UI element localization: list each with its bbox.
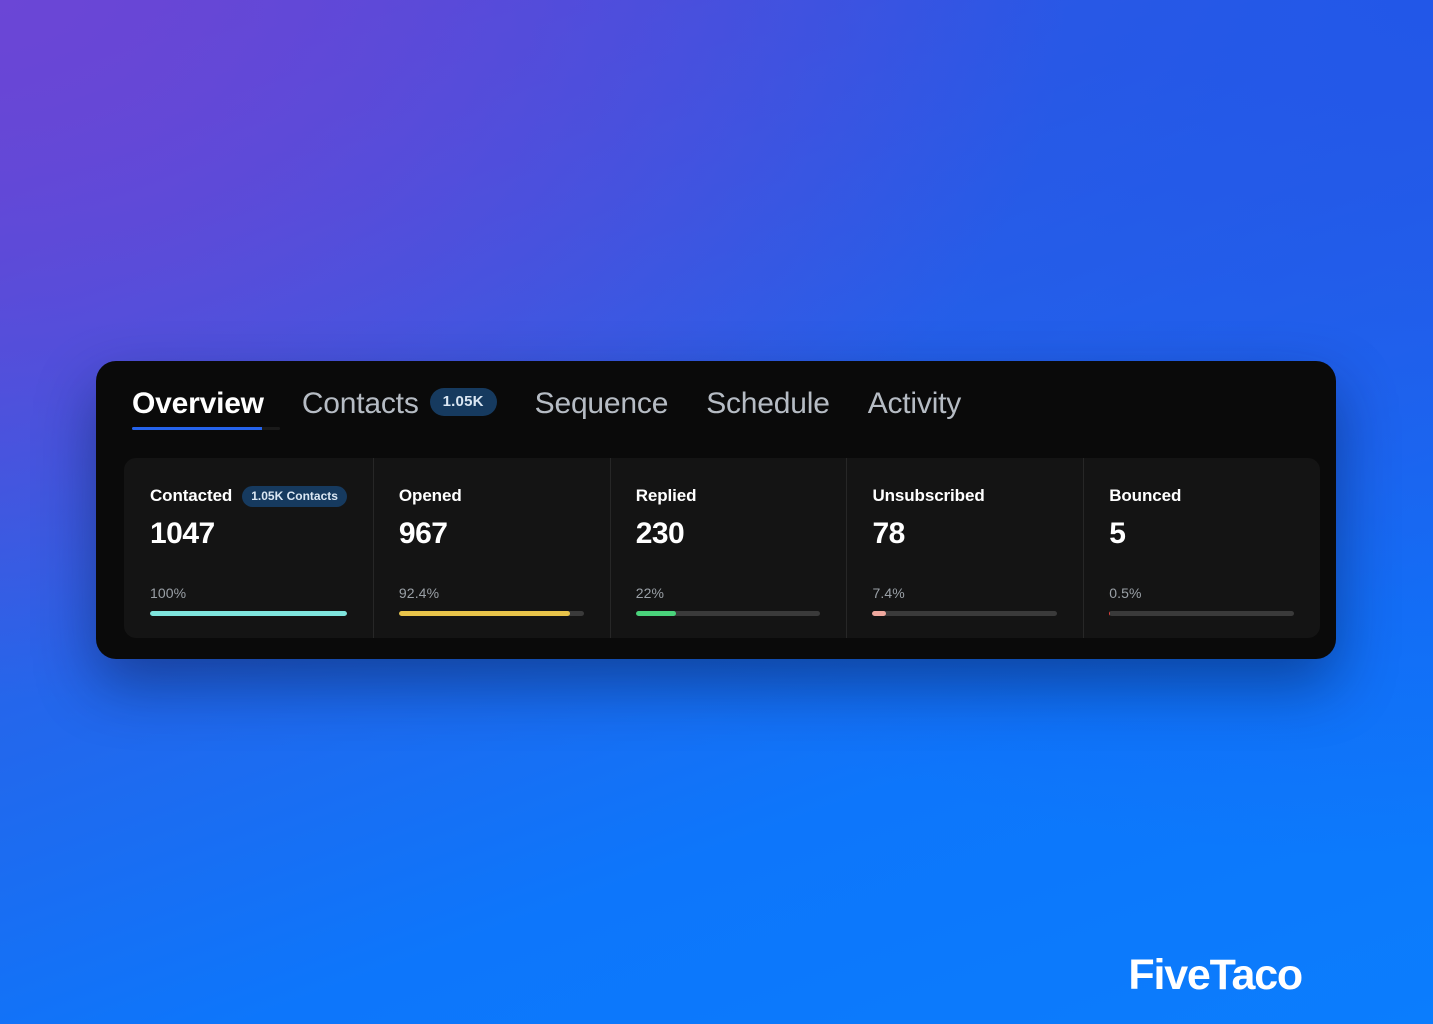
stat-value: 230: [635, 517, 685, 550]
stat-value: 1047: [150, 517, 215, 550]
stats-card-row: Contacted 1.05K Contacts 1047 100% Opene…: [124, 458, 1320, 638]
stat-progress: 22%: [635, 585, 821, 616]
tab-activity-label: Activity: [867, 387, 962, 420]
tab-contacts-count-badge: 1.05K: [429, 388, 497, 416]
stat-percent-label: 0.5%: [1109, 585, 1142, 601]
stat-progress-fill: [398, 611, 570, 616]
stat-percent-label: 22%: [635, 585, 665, 601]
stat-progress-fill: [1109, 611, 1111, 616]
stat-label: Contacted: [150, 486, 233, 505]
stat-label: Opened: [398, 486, 462, 505]
tab-overview-label: Overview: [132, 387, 264, 420]
active-tab-indicator: [132, 427, 280, 430]
stat-label: Replied: [635, 486, 697, 505]
stat-card-header: Replied: [636, 486, 821, 506]
stat-card-header: Opened: [399, 486, 584, 506]
stat-progress-track: [1109, 611, 1294, 616]
tab-overview[interactable]: Overview: [132, 387, 280, 439]
stat-card-contacted[interactable]: Contacted 1.05K Contacts 1047 100%: [124, 458, 373, 638]
stat-progress: 0.5%: [1109, 585, 1294, 616]
tab-schedule[interactable]: Schedule: [706, 387, 830, 439]
tab-sequence-label: Sequence: [534, 387, 669, 420]
stat-label: Bounced: [1109, 486, 1182, 505]
stat-progress-track: [872, 611, 1058, 616]
stat-card-opened[interactable]: Opened 967 92.4%: [372, 458, 610, 638]
stat-card-header: Contacted 1.05K Contacts: [150, 485, 347, 507]
stat-contacts-badge: 1.05K Contacts: [242, 485, 347, 507]
stat-progress-fill: [635, 611, 677, 616]
stat-card-header: Unsubscribed: [872, 486, 1057, 506]
stat-progress: 100%: [150, 585, 347, 616]
stat-value: 5: [1109, 517, 1126, 550]
tab-schedule-label: Schedule: [706, 387, 830, 420]
stat-value: 78: [872, 517, 905, 550]
stat-progress: 92.4%: [398, 585, 584, 616]
brand-logo: FiveTaco: [1128, 951, 1303, 999]
stat-progress: 7.4%: [872, 585, 1058, 616]
tab-bar: Overview Contacts 1.05K Sequence Schedul…: [96, 361, 1336, 458]
stat-progress-fill: [150, 611, 347, 616]
stat-progress-fill: [872, 611, 887, 616]
stat-progress-track: [150, 611, 347, 616]
stat-label: Unsubscribed: [872, 486, 985, 505]
tab-contacts-label: Contacts: [301, 387, 419, 420]
stat-progress-track: [398, 611, 584, 616]
tab-contacts[interactable]: Contacts 1.05K: [302, 387, 497, 439]
stat-card-bounced[interactable]: Bounced 5 0.5%: [1083, 458, 1320, 638]
stat-percent-label: 7.4%: [872, 585, 905, 601]
stat-card-replied[interactable]: Replied 230 22%: [609, 458, 847, 638]
tab-sequence[interactable]: Sequence: [535, 387, 669, 439]
stat-percent-label: 92.4%: [398, 585, 440, 601]
tab-activity[interactable]: Activity: [867, 387, 962, 439]
stat-percent-label: 100%: [150, 585, 187, 601]
stat-card-unsubscribed[interactable]: Unsubscribed 78 7.4%: [846, 458, 1083, 638]
stat-value: 967: [398, 517, 448, 550]
stat-progress-track: [635, 611, 821, 616]
campaign-dashboard-panel: Overview Contacts 1.05K Sequence Schedul…: [96, 361, 1336, 659]
stat-card-header: Bounced: [1109, 486, 1294, 506]
